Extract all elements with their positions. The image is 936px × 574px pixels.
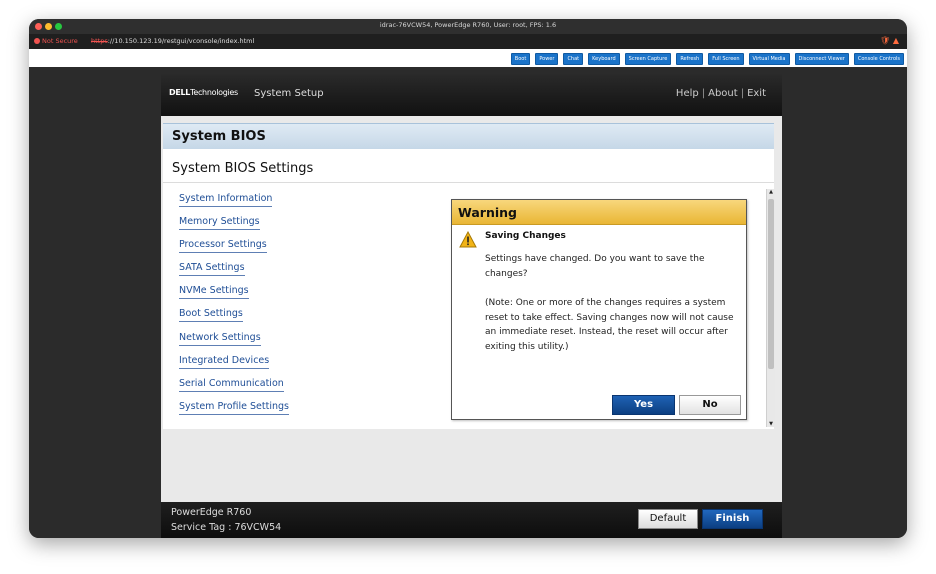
finish-button[interactable]: Finish	[702, 509, 763, 529]
not-secure-label: Not Secure	[42, 37, 78, 45]
url-text[interactable]: https://10.150.123.19/restgui/vconsole/i…	[91, 37, 254, 45]
bios-screen: DELLTechnologies System Setup Help | About…	[161, 74, 782, 538]
menu-item-serial-communication[interactable]: Serial Communication	[179, 378, 284, 392]
warning-triangle-icon	[459, 231, 477, 248]
menu-item-system-information[interactable]: System Information	[179, 193, 273, 207]
section-divider	[163, 182, 774, 183]
menu-item-boot-settings[interactable]: Boot Settings	[179, 308, 243, 322]
scroll-thumb[interactable]	[768, 199, 774, 369]
warning-dialog: Warning Saving Changes Settings have cha…	[451, 199, 747, 420]
console-toolbar: Boot Power Chat Keyboard Screen Capture …	[29, 49, 907, 67]
system-model: PowerEdge R760	[171, 507, 252, 518]
about-link[interactable]: About	[708, 88, 738, 99]
service-tag: Service Tag : 76VCW54	[171, 522, 282, 533]
page-title: System BIOS	[172, 129, 266, 144]
url-scheme: https	[91, 37, 108, 45]
virtual-media-button[interactable]: Virtual Media	[748, 53, 790, 65]
bios-footer: PowerEdge R760 Service Tag : 76VCW54 Def…	[161, 502, 782, 538]
exit-link[interactable]: Exit	[747, 88, 766, 99]
page-title-bar: System BIOS	[163, 123, 774, 150]
dialog-subtitle: Saving Changes	[485, 231, 566, 241]
header-links: Help | About | Exit	[675, 88, 766, 99]
help-link[interactable]: Help	[676, 88, 699, 99]
bios-header: DELLTechnologies System Setup Help | About…	[161, 74, 782, 116]
title-bar: idrac-76VCW54, PowerEdge R760, User: roo…	[29, 19, 907, 34]
menu-item-processor-settings[interactable]: Processor Settings	[179, 239, 267, 253]
security-indicator[interactable]: Not Secure	[34, 37, 78, 45]
menu-item-nvme-settings[interactable]: NVMe Settings	[179, 285, 249, 299]
menu-item-memory-settings[interactable]: Memory Settings	[179, 216, 260, 230]
dialog-header: Warning	[452, 200, 746, 225]
menu-item-network-settings[interactable]: Network Settings	[179, 332, 261, 346]
power-button[interactable]: Power	[535, 53, 559, 65]
yes-button[interactable]: Yes	[612, 395, 675, 415]
window-title: idrac-76VCW54, PowerEdge R760, User: roo…	[379, 21, 557, 29]
address-bar[interactable]: Not Secure https://10.150.123.19/restgui…	[29, 34, 907, 49]
menu-item-integrated-devices[interactable]: Integrated Devices	[179, 355, 270, 369]
browser-window: idrac-76VCW54, PowerEdge R760, User: roo…	[29, 19, 907, 538]
warning-dot-icon	[34, 38, 40, 44]
disconnect-viewer-button[interactable]: Disconnect Viewer	[794, 53, 849, 65]
console-controls-button[interactable]: Console Controls	[853, 53, 904, 65]
dell-technologies-logo: DELLTechnologies	[169, 88, 238, 97]
scroll-up-arrow-icon[interactable]: ▲	[767, 189, 775, 195]
boot-button[interactable]: Boot	[510, 53, 531, 65]
dialog-note: (Note: One or more of the changes requir…	[485, 298, 734, 352]
url-path: ://10.150.123.19/restgui/vconsole/index.…	[107, 37, 255, 45]
keyboard-button[interactable]: Keyboard	[588, 53, 620, 65]
default-button[interactable]: Default	[638, 509, 698, 529]
menu-item-system-profile-settings[interactable]: System Profile Settings	[179, 401, 289, 415]
full-screen-button[interactable]: Full Screen	[708, 53, 744, 65]
dialog-title: Warning	[458, 205, 517, 220]
section-title: System BIOS Settings	[172, 161, 314, 176]
menu-item-sata-settings[interactable]: SATA Settings	[179, 262, 245, 276]
scroll-down-arrow-icon[interactable]: ▼	[767, 421, 775, 427]
header-title: System Setup	[254, 88, 324, 99]
chat-button[interactable]: Chat	[563, 53, 584, 65]
refresh-button[interactable]: Refresh	[676, 53, 704, 65]
screen-capture-button[interactable]: Screen Capture	[624, 53, 672, 65]
virtual-console: DELLTechnologies System Setup Help | About…	[29, 67, 907, 538]
dialog-message: Settings have changed. Do you want to sa…	[485, 254, 705, 279]
no-button[interactable]: No	[679, 395, 741, 415]
settings-scrollbar[interactable]: ▲ ▼	[766, 189, 775, 427]
brave-shield-icon[interactable]: 🛡︎ ▲	[880, 36, 899, 45]
